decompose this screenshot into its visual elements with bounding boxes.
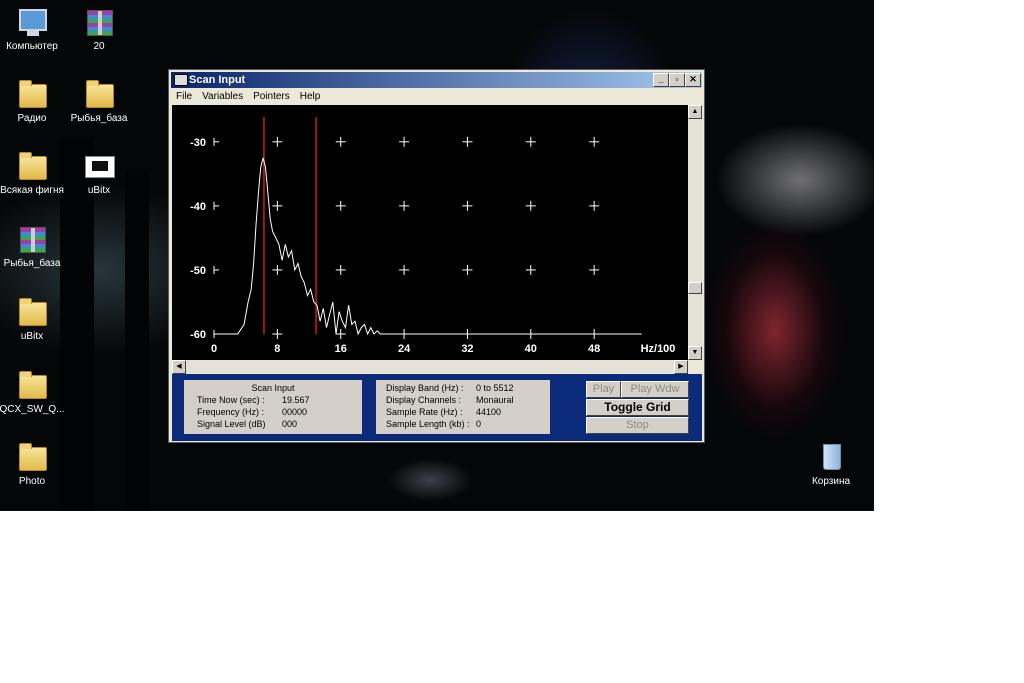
folder-icon — [16, 369, 48, 401]
menu-bar: File Variables Pointers Help — [171, 89, 702, 105]
x-tick-label: 0 — [211, 343, 217, 355]
display-band-value: 0 to 5512 — [476, 383, 514, 393]
y-tick-label: -60 — [190, 329, 206, 341]
desktop-icon-label: Рыбья_база — [3, 258, 61, 269]
desktop-icon-misc[interactable]: Всякая фигня — [0, 150, 67, 196]
x-tick-label: 32 — [461, 343, 473, 355]
folder-icon — [16, 296, 48, 328]
desktop-icon-label: Радио — [17, 113, 47, 124]
stop-button[interactable]: Stop — [586, 417, 689, 434]
maximize-button[interactable]: ▫ — [669, 73, 685, 87]
horizontal-scrollbar[interactable]: ◀ ▶ — [172, 360, 688, 374]
time-now-label: Time Now (sec) : — [197, 395, 265, 405]
desktop-icon-fish-base-folder[interactable]: Рыбья_база — [64, 78, 134, 124]
signal-level-label: Signal Level (dB) — [197, 419, 266, 429]
folder-icon — [16, 78, 48, 110]
spectrum-chart: -30 -40 -50 -60 0 8 16 24 32 40 48 Hz/100 — [190, 117, 676, 355]
minimize-button[interactable]: _ — [653, 73, 669, 87]
recycle-bin-icon — [815, 441, 847, 473]
scan-input-window: Scan Input _ ▫ ✕ File Variables Pointers He… — [168, 69, 705, 443]
info-box: Display Band (Hz) : 0 to 5512 Display Ch… — [376, 380, 550, 434]
display-band-label: Display Band (Hz) : — [386, 383, 464, 393]
x-unit-label: Hz/100 — [641, 343, 676, 355]
desktop-icon-ubitx-program[interactable]: uBitx — [64, 150, 134, 196]
sample-rate-label: Sample Rate (Hz) : — [386, 407, 463, 417]
winrar-archive-icon — [16, 223, 48, 255]
desktop-icon-qcx[interactable]: QCX_SW_Q... — [0, 369, 67, 415]
y-tick-label: -50 — [190, 265, 206, 277]
menu-help[interactable]: Help — [295, 89, 326, 104]
winrar-archive-icon — [83, 6, 115, 38]
scroll-left-button[interactable]: ◀ — [172, 360, 186, 374]
program-icon — [83, 150, 115, 182]
desktop-icon-photo[interactable]: Photo — [0, 441, 67, 487]
toggle-grid-button[interactable]: Toggle Grid — [586, 399, 689, 416]
title-bar[interactable]: Scan Input _ ▫ ✕ — [171, 72, 702, 88]
x-tick-label: 24 — [398, 343, 411, 355]
frequency-value: 00000 — [282, 407, 308, 417]
status-box-title: Scan Input — [251, 383, 295, 393]
desktop-icon-radio[interactable]: Радио — [0, 78, 67, 124]
sample-length-label: Sample Length (kb) : — [386, 419, 470, 429]
spectrum-trace — [214, 157, 642, 336]
control-panel: Scan Input Time Now (sec) : 19.567 Frequ… — [172, 374, 702, 441]
scroll-down-button[interactable]: ▼ — [688, 346, 702, 360]
folder-icon — [83, 78, 115, 110]
menu-file[interactable]: File — [171, 89, 197, 104]
desktop-icon-fish-base-archive[interactable]: Рыбья_база — [0, 223, 67, 269]
x-tick-label: 40 — [525, 343, 537, 355]
sample-length-value: 0 — [476, 419, 482, 429]
desktop-icon-recycle-bin[interactable]: Корзина — [796, 441, 866, 487]
desktop-icon-archive-20[interactable]: 20 — [64, 6, 134, 52]
x-tick-label: 48 — [588, 343, 600, 355]
desktop-icon-label: Корзина — [811, 476, 851, 487]
menu-variables[interactable]: Variables — [197, 89, 248, 104]
status-box: Scan Input Time Now (sec) : 19.567 Frequ… — [184, 380, 362, 434]
spectrum-plot[interactable]: -30 -40 -50 -60 0 8 16 24 32 40 48 Hz/100 — [172, 105, 688, 360]
sample-rate-value: 44100 — [476, 407, 502, 417]
app-icon[interactable] — [174, 74, 188, 86]
play-button[interactable]: Play — [586, 381, 621, 398]
y-tick-label: -40 — [190, 201, 206, 213]
desktop-icon-label: uBitx — [20, 331, 44, 342]
desktop-icon-computer[interactable]: Компьютер — [0, 6, 67, 52]
scroll-right-button[interactable]: ▶ — [674, 360, 688, 374]
folder-shortcut-icon — [16, 150, 48, 182]
time-now-value: 19.567 — [282, 395, 310, 405]
x-tick-label: 8 — [274, 343, 280, 355]
desktop-icon-label: 20 — [93, 41, 105, 52]
desktop-icon-label: Всякая фигня — [0, 185, 64, 196]
menu-pointers[interactable]: Pointers — [248, 89, 295, 104]
desktop-icon-label: Рыбья_база — [70, 113, 128, 124]
display-channels-value: Monaural — [476, 395, 514, 405]
vertical-scrollbar[interactable]: ▲ ▼ — [688, 105, 702, 360]
my-computer-icon — [16, 6, 48, 38]
signal-level-value: 000 — [282, 419, 298, 429]
close-button[interactable]: ✕ — [685, 73, 701, 87]
desktop-icon-label: uBitx — [87, 185, 111, 196]
scroll-up-button[interactable]: ▲ — [688, 105, 702, 119]
window-title: Scan Input — [189, 74, 246, 86]
desktop-icon-label: Photo — [18, 476, 46, 487]
scroll-thumb-vertical[interactable] — [688, 282, 702, 294]
desktop-icon-label: QCX_SW_Q... — [0, 404, 65, 415]
play-window-button[interactable]: Play Wdw — [621, 381, 689, 398]
display-channels-label: Display Channels : — [386, 395, 462, 405]
desktop-icon-label: Компьютер — [6, 41, 58, 52]
folder-icon — [16, 441, 48, 473]
x-tick-label: 16 — [335, 343, 347, 355]
tree-silhouette — [125, 170, 149, 511]
desktop-icon-ubitx-folder[interactable]: uBitx — [0, 296, 67, 342]
frequency-label: Frequency (Hz) : — [197, 407, 265, 417]
y-tick-label: -30 — [190, 137, 206, 149]
